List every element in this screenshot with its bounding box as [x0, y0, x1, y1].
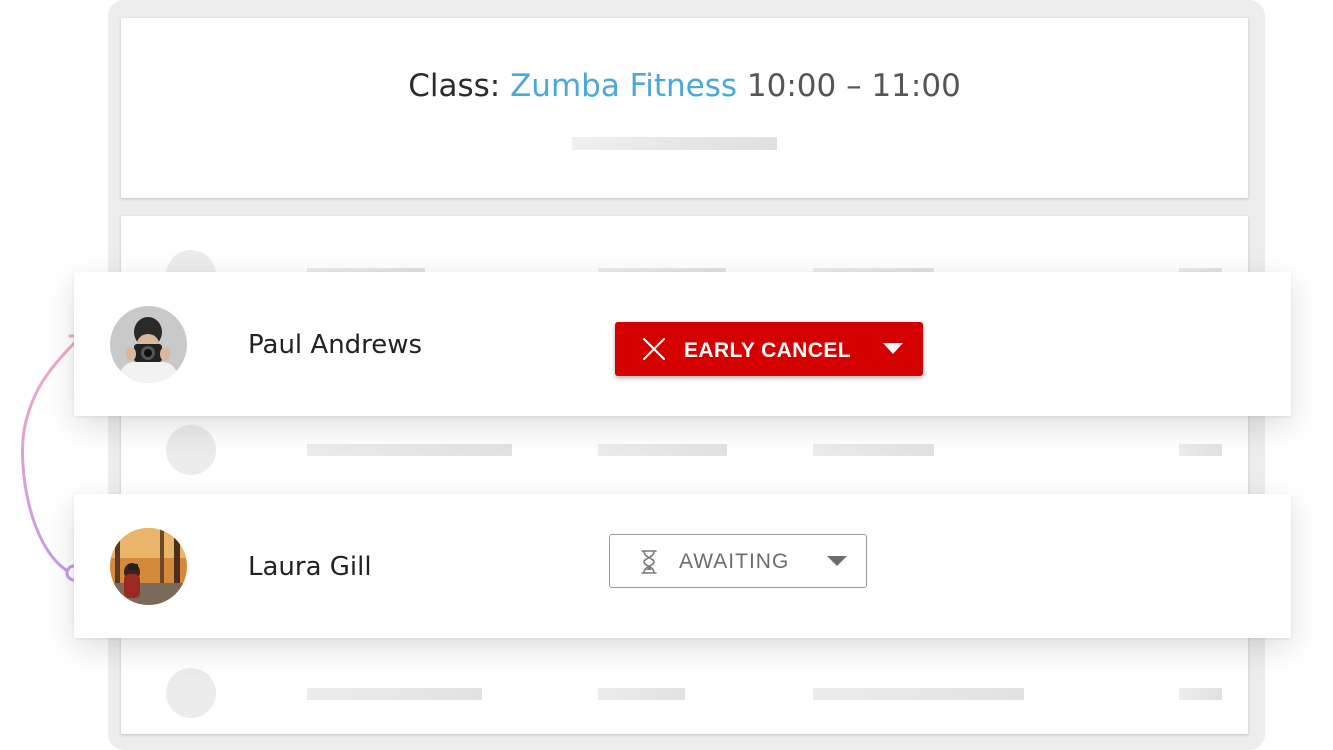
- placeholder-bar: [813, 444, 934, 456]
- class-header-card: Class: Zumba Fitness 10:00 – 11:00: [121, 18, 1248, 198]
- placeholder-bar: [1179, 444, 1222, 456]
- forest-photo-icon: [110, 528, 187, 605]
- x-icon: [643, 338, 665, 360]
- placeholder-row: [121, 425, 1248, 475]
- chevron-down-icon: [883, 343, 903, 354]
- photographer-photo-icon: [110, 306, 187, 383]
- attendee-name: Paul Andrews: [248, 330, 423, 360]
- chevron-down-icon: [827, 556, 847, 566]
- avatar: [110, 306, 187, 383]
- status-label: AWAITING: [679, 550, 790, 573]
- class-time: 10:00 – 11:00: [746, 68, 961, 104]
- status-dropdown-awaiting[interactable]: AWAITING: [609, 534, 867, 588]
- placeholder-bar: [813, 688, 1024, 700]
- hourglass-icon: [641, 550, 657, 574]
- placeholder-avatar: [166, 425, 216, 475]
- avatar: [110, 528, 187, 605]
- attendee-row: Laura Gill AWAITING: [74, 494, 1291, 638]
- placeholder-bar: [572, 137, 777, 150]
- placeholder-bar: [307, 444, 512, 456]
- placeholder-bar: [598, 444, 727, 456]
- placeholder-bar: [307, 688, 482, 700]
- attendee-row: Paul Andrews EARLY CANCEL: [74, 272, 1291, 416]
- class-prefix: Class:: [408, 68, 501, 104]
- placeholder-row: [121, 668, 1248, 718]
- status-dropdown-early-cancel[interactable]: EARLY CANCEL: [615, 322, 923, 376]
- placeholder-bar: [598, 688, 685, 700]
- class-name-link[interactable]: Zumba Fitness: [510, 68, 737, 104]
- status-label: EARLY CANCEL: [684, 339, 851, 362]
- placeholder-avatar: [166, 668, 216, 718]
- placeholder-bar: [1179, 688, 1222, 700]
- attendee-name: Laura Gill: [248, 552, 372, 582]
- class-title: Class: Zumba Fitness 10:00 – 11:00: [121, 68, 1248, 104]
